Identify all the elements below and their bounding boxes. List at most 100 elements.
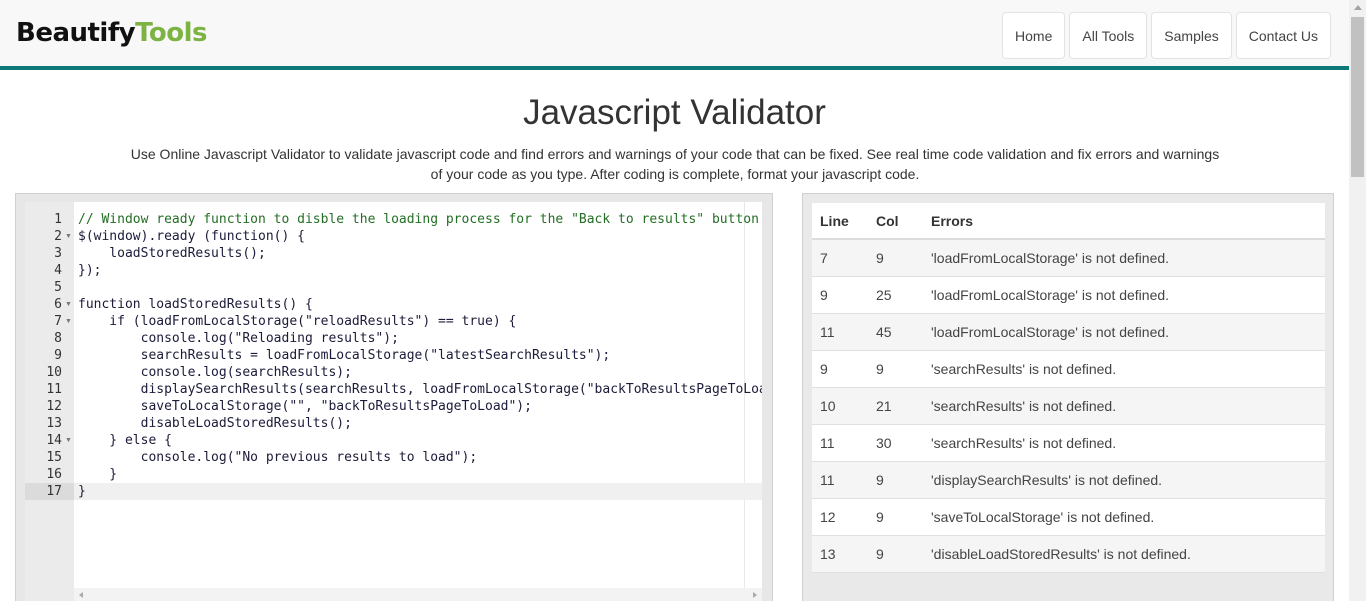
site-logo[interactable]: BeautifyTools [16,18,208,48]
errors-table-header: Line Col Errors [812,203,1325,240]
error-row[interactable]: 11 9 'displaySearchResults' is not defined… [812,462,1325,499]
error-col: 21 [876,398,892,414]
nav-all-tools[interactable]: All Tools [1069,12,1148,59]
code-line: if (loadFromLocalStorage("reloadResults"… [78,314,517,329]
page-title: Javascript Validator [523,93,826,132]
line-number: 6 [54,297,62,312]
error-message: 'searchResults' is not defined. [931,435,1117,451]
code-line: searchResults = loadFromLocalStorage("la… [78,348,611,363]
error-line: 12 [820,509,836,525]
error-row[interactable]: 9 9 'searchResults' is not defined. [812,351,1325,388]
code-line: function loadStoredResults() { [78,297,313,312]
code-line: saveToLocalStorage("", "backToResultsPag… [78,399,532,414]
error-line: 9 [820,361,828,377]
error-row[interactable]: 9 25 'loadFromLocalStorage' is not defined… [812,277,1325,314]
main-nav: Home All Tools Samples Contact Us [1002,12,1331,59]
editor-horizontal-scrollbar[interactable] [74,588,762,601]
code-line: // Window ready function to disble the l… [78,212,762,227]
nav-samples[interactable]: Samples [1151,12,1232,59]
line-number: 16 [46,467,62,482]
line-number: 3 [54,246,62,261]
nav-contact-us[interactable]: Contact Us [1235,12,1331,59]
code-line: $(window).ready (function() { [78,229,305,244]
code-line: }); [78,263,102,278]
line-number: 7 [54,314,62,329]
error-message: 'searchResults' is not defined. [931,361,1117,377]
fold-toggle-icon[interactable]: ▼ [65,313,72,330]
line-number: 10 [46,365,62,380]
site-header: BeautifyTools Home All Tools Samples Con… [0,0,1349,70]
code-line: console.log("No previous results to load… [78,450,478,465]
header-line: Line [820,212,849,229]
error-message: 'loadFromLocalStorage' is not defined. [931,324,1170,340]
line-number: 8 [54,331,62,346]
fold-toggle-icon[interactable]: ▼ [65,296,72,313]
scroll-up-arrow-icon[interactable] [1354,5,1362,10]
error-line: 9 [820,287,828,303]
scroll-right-arrow-icon[interactable] [753,592,757,598]
page-scrollbar[interactable] [1349,0,1366,601]
line-number: 12 [46,399,62,414]
line-number: 13 [46,416,62,431]
error-col: 9 [876,361,884,377]
code-line: disableLoadStoredResults(); [78,416,352,431]
fold-toggle-icon[interactable]: ▼ [65,432,72,449]
code-line: } [78,484,86,499]
code-line: displaySearchResults(searchResults, load… [78,382,762,397]
code-line: } [78,467,118,482]
line-number: 11 [46,382,62,397]
code-line: } else { [78,433,172,448]
error-line: 7 [820,250,828,266]
error-row[interactable]: 11 45 'loadFromLocalStorage' is not define… [812,314,1325,351]
errors-panel: Line Col Errors 7 9 'loadFromLocalStorage'… [802,193,1334,601]
code-editor[interactable]: 1 2 ▼ 3 4 5 6 ▼ 7 ▼ 8 9 10 11 12 13 14 ▼ 15 16 17 // Window … [25,202,762,601]
error-col: 30 [876,435,892,451]
header-col: Col [876,212,899,229]
error-row[interactable]: 7 9 'loadFromLocalStorage' is not defined. [812,240,1325,277]
error-col: 9 [876,509,884,525]
error-line: 13 [820,546,836,562]
description-line-2: of your code as you type. After coding i… [430,166,920,182]
error-message: 'searchResults' is not defined. [931,398,1117,414]
line-number: 15 [46,450,62,465]
description-line-1: Use Online Javascript Validator to valid… [130,146,1220,162]
error-col: 25 [876,287,892,303]
error-message: 'displaySearchResults' is not defined. [931,472,1163,488]
code-line: loadStoredResults(); [78,246,266,261]
line-number-gutter: 1 2 ▼ 3 4 5 6 ▼ 7 ▼ 8 9 10 11 12 13 14 ▼ 15 16 17 [25,202,74,601]
logo-text-accent: Tools [135,18,208,48]
error-row[interactable]: 10 21 'searchResults' is not defined. [812,388,1325,425]
error-row[interactable]: 12 9 'saveToLocalStorage' is not defined. [812,499,1325,536]
code-area[interactable]: // Window ready function to disble the l… [74,202,762,601]
error-line: 10 [820,398,836,414]
line-number: 14 [46,433,62,448]
error-line: 11 [820,324,835,340]
scrollbar-thumb[interactable] [1351,17,1364,177]
code-line: console.log(searchResults); [78,365,352,380]
error-row[interactable]: 11 30 'searchResults' is not defined. [812,425,1325,462]
error-col: 45 [876,324,892,340]
errors-table: Line Col Errors 7 9 'loadFromLocalStorage'… [812,203,1325,573]
line-number: 2 [54,229,62,244]
page-description: Use Online Javascript Validator to valid… [125,144,1225,184]
error-message: 'disableLoadStoredResults' is not define… [931,546,1191,562]
line-number: 9 [54,348,62,363]
code-editor-panel: 1 2 ▼ 3 4 5 6 ▼ 7 ▼ 8 9 10 11 12 13 14 ▼ 15 16 17 // Window … [15,193,773,601]
error-message: 'saveToLocalStorage' is not defined. [931,509,1155,525]
code-line: console.log("Reloading results"); [78,331,399,346]
error-line: 11 [820,472,835,488]
error-col: 9 [876,472,884,488]
header-errors: Errors [931,212,974,229]
line-number: 17 [46,484,62,499]
nav-home[interactable]: Home [1002,12,1066,59]
logo-text-primary: Beautify [16,18,136,48]
error-row[interactable]: 13 9 'disableLoadStoredResults' is not def… [812,536,1325,573]
error-message: 'loadFromLocalStorage' is not defined. [931,287,1170,303]
scroll-left-arrow-icon[interactable] [79,592,83,598]
fold-toggle-icon[interactable]: ▼ [65,228,72,245]
error-line: 11 [820,435,835,451]
error-col: 9 [876,250,884,266]
line-number: 1 [54,212,62,227]
error-message: 'loadFromLocalStorage' is not defined. [931,250,1170,266]
